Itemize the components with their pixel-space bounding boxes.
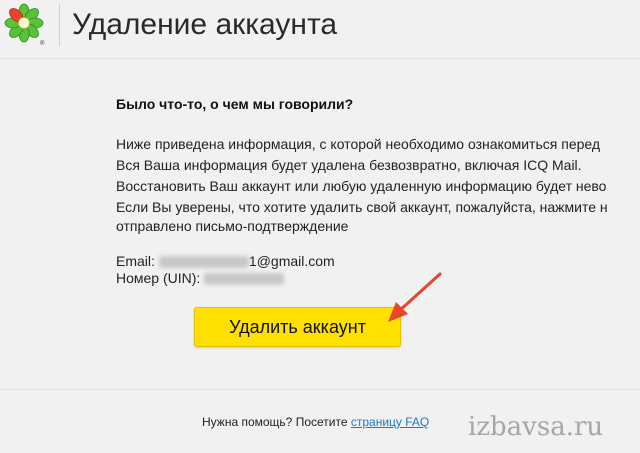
help-label: Нужна помощь? Посетите [202, 415, 348, 429]
header-separator [0, 58, 640, 59]
info-paragraph: отправлено письмо-подтверждение [116, 218, 349, 234]
uin-row: Номер (UIN): [116, 270, 285, 286]
section-question: Было что-то, о чем мы говорили? [116, 96, 354, 112]
info-paragraph: Если Вы уверены, что хотите удалить свой… [116, 199, 608, 215]
uin-label: Номер (UIN): [116, 270, 201, 286]
info-paragraph: Ниже приведена информация, с которой нео… [116, 136, 601, 152]
pointer-arrow-icon [388, 272, 442, 322]
email-suffix: 1@gmail.com [248, 253, 335, 269]
email-label: Email: [116, 253, 155, 269]
watermark: izbavsa.ru [468, 412, 604, 442]
delete-account-button[interactable]: Удалить аккаунт [194, 307, 401, 347]
icq-flower-logo-icon[interactable]: ® [2, 2, 46, 46]
header-divider [59, 4, 60, 46]
faq-link[interactable]: страницу FAQ [351, 415, 429, 429]
page-title: Удаление аккаунта [72, 8, 338, 41]
help-text: Нужна помощь? Посетите страницу FAQ [202, 415, 429, 429]
email-row: Email: 1@gmail.com [116, 253, 335, 269]
blurred-email-value [158, 256, 249, 269]
svg-text:®: ® [40, 40, 45, 46]
info-paragraph: Восстановить Ваш аккаунт или любую удале… [116, 178, 607, 194]
blurred-uin-value [204, 273, 285, 286]
info-paragraph: Вся Ваша информация будет удалена безвоз… [116, 157, 582, 173]
header: ® Удаление аккаунта [0, 0, 640, 52]
footer-separator [0, 389, 640, 390]
